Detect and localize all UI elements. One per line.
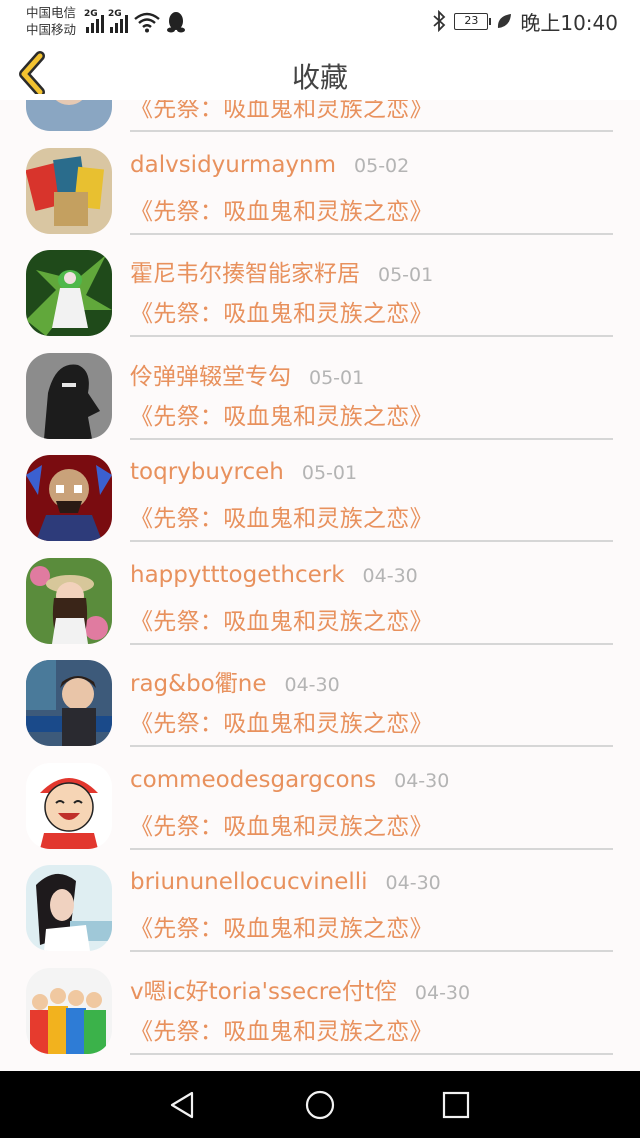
username: happytttogethcerk <box>130 561 345 588</box>
network-type-2: 2G <box>108 9 122 19</box>
work-title[interactable]: 《先祭：吸血鬼和灵族之恋》 <box>130 499 433 533</box>
list-item[interactable]: 伶弹弹辍堂专勾 05-01 《先祭：吸血鬼和灵族之恋》 <box>0 337 640 440</box>
chevron-left-icon <box>19 51 45 97</box>
work-title[interactable]: 《先祭：吸血鬼和灵族之恋》 <box>130 397 433 431</box>
battery-level: 23 <box>464 13 479 27</box>
work-title[interactable]: 《先祭：吸血鬼和灵族之恋》 <box>130 807 433 841</box>
username: toqrybuyrceh <box>130 459 284 485</box>
username: rag&bo衢ne <box>130 671 267 697</box>
carrier-2: 中国移动 <box>26 22 77 37</box>
avatar <box>26 100 112 131</box>
date: 04-30 <box>414 981 471 1004</box>
network-type-1: 2G <box>84 9 98 19</box>
list-item[interactable]: dalvsidyurmaynm 05-02 《先祭：吸血鬼和灵族之恋》 <box>0 132 640 235</box>
bluetooth-icon <box>433 10 446 32</box>
work-title[interactable]: 《先祭：吸血鬼和灵族之恋》 <box>130 100 433 123</box>
avatar <box>26 762 112 849</box>
username: briununellocucvinelli <box>130 869 368 895</box>
username: dalvsidyurmaynm <box>130 151 337 178</box>
nav-home-button[interactable] <box>304 1089 336 1121</box>
nav-back-button[interactable] <box>168 1089 200 1121</box>
carrier-labels: 中国电信 中国移动 <box>26 4 76 38</box>
work-title[interactable]: 《先祭：吸血鬼和灵族之恋》 <box>130 909 433 943</box>
header-bar: 收藏 <box>0 42 640 100</box>
work-title[interactable]: 《先祭：吸血鬼和灵族之恋》 <box>130 602 433 636</box>
date: 04-30 <box>362 564 418 587</box>
date: 04-30 <box>394 769 450 792</box>
list-item[interactable]: toqrybuyrceh 05-01 《先祭：吸血鬼和灵族之恋》 <box>0 439 640 542</box>
avatar <box>26 147 112 234</box>
nav-recents-button[interactable] <box>440 1089 472 1121</box>
list-item[interactable]: 霍尼韦尔揍智能家籽居 05-01 《先祭：吸血鬼和灵族之恋》 <box>0 234 640 337</box>
date: 05-01 <box>378 264 434 286</box>
date: 05-02 <box>354 154 410 177</box>
work-title[interactable]: 《先祭：吸血鬼和灵族之恋》 <box>130 294 433 328</box>
divider <box>130 1052 613 1055</box>
username: v嗯ic好toria'ssecre付t倥 <box>130 978 397 1005</box>
username: 伶弹弹辍堂专勾 <box>130 363 291 390</box>
list-item[interactable]: happytttogethcerk 04-30 《先祭：吸血鬼和灵族之恋》 <box>0 542 640 645</box>
work-title[interactable]: 《先祭：吸血鬼和灵族之恋》 <box>130 1012 433 1046</box>
home-circle-icon <box>305 1090 335 1120</box>
page-title: 收藏 <box>291 61 348 94</box>
avatar <box>26 557 112 644</box>
back-button[interactable] <box>14 50 54 97</box>
list-item[interactable]: briununellocucvinelli 04-30 《先祭：吸血鬼和灵族之恋… <box>0 849 640 952</box>
wifi-icon <box>134 12 160 33</box>
navigation-bar <box>0 1071 640 1138</box>
clock: 晚上10:40 <box>520 10 618 35</box>
status-bar: 中国电信 中国移动 2G 2G 23 晚上10:40 <box>0 0 640 42</box>
list-item[interactable]: commeodesgargcons 04-30 《先祭：吸血鬼和灵族之恋》 <box>0 747 640 850</box>
work-title[interactable]: 《先祭：吸血鬼和灵族之恋》 <box>130 192 433 226</box>
username: 霍尼韦尔揍智能家籽居 <box>130 261 360 287</box>
avatar <box>26 250 112 336</box>
signal-icon: 2G <box>84 9 104 33</box>
avatar <box>26 352 112 439</box>
avatar <box>26 865 112 951</box>
date: 05-01 <box>309 366 365 389</box>
list-item[interactable]: rag&bo衢ne 04-30 《先祭：吸血鬼和灵族之恋》 <box>0 644 640 747</box>
leaf-icon <box>498 14 512 28</box>
avatar <box>26 660 112 746</box>
battery-icon: 23 <box>454 12 492 30</box>
signal-icon: 2G <box>108 9 128 33</box>
list-item[interactable]: v嗯ic好toria'ssecre付t倥 04-30 《先祭：吸血鬼和灵族之恋》 <box>0 952 640 1055</box>
list-item[interactable]: cmdvrrentecillcett 05-02 《先祭：吸血鬼和灵族之恋》 <box>0 100 640 132</box>
recents-square-icon <box>442 1091 470 1119</box>
date: 05-01 <box>301 462 358 484</box>
carrier-1: 中国电信 <box>26 5 77 20</box>
back-triangle-icon <box>170 1091 194 1119</box>
avatar <box>26 455 112 541</box>
qq-icon <box>167 12 185 33</box>
work-title[interactable]: 《先祭：吸血鬼和灵族之恋》 <box>130 704 433 738</box>
date: 04-30 <box>284 674 340 696</box>
favorites-list[interactable]: cmdvrrentecillcett 05-02 《先祭：吸血鬼和灵族之恋》 d… <box>0 100 640 1071</box>
avatar <box>26 967 112 1054</box>
username: commeodesgargcons <box>130 766 377 793</box>
date: 04-30 <box>385 872 441 894</box>
